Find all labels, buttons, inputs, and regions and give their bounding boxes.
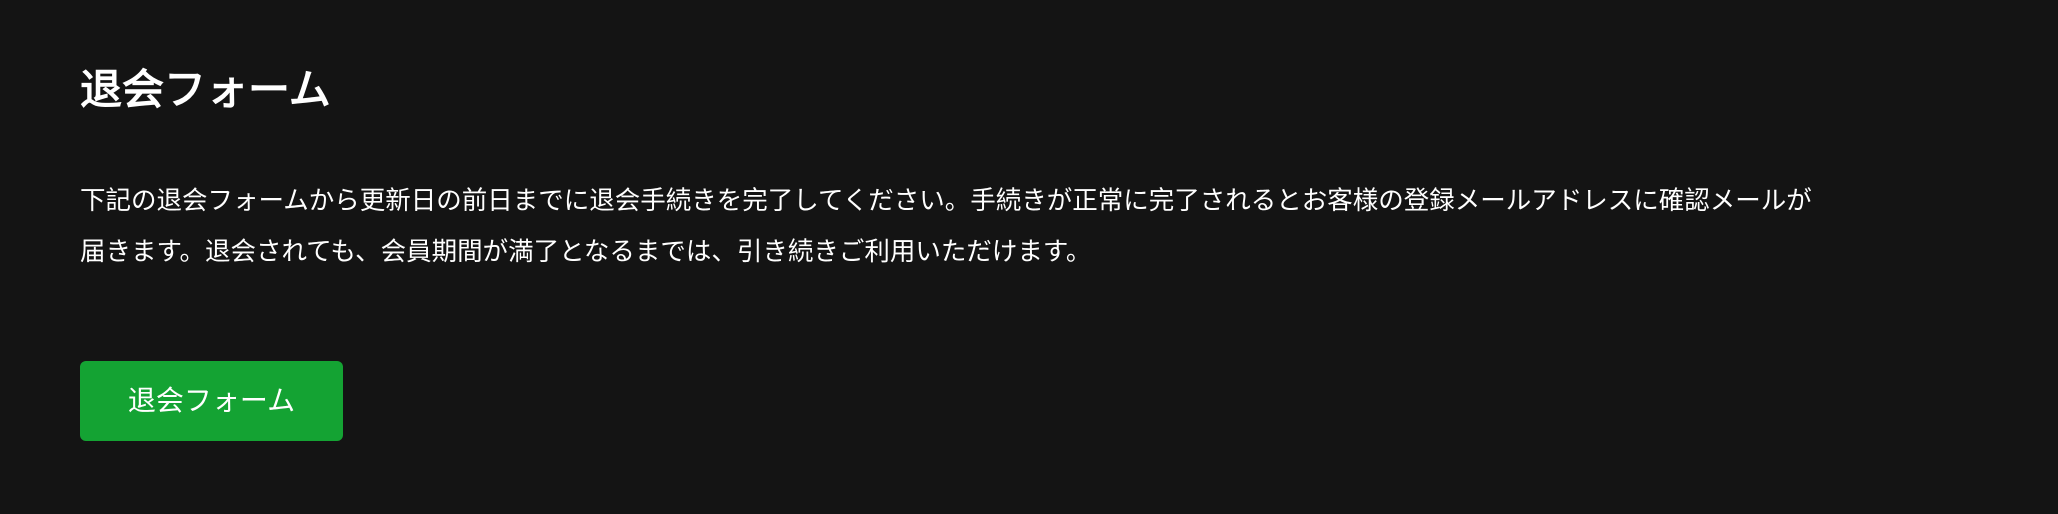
page-title: 退会フォーム: [80, 65, 331, 114]
description-line-2: 届きます。退会されても、会員期間が満了となるまでは、引き続きご利用いただけます。: [80, 237, 1092, 267]
description-line-1: 下記の退会フォームから更新日の前日までに退会手続きを完了してください。手続きが正…: [80, 186, 1812, 216]
cancellation-form-button[interactable]: 退会フォーム: [80, 361, 343, 441]
cancellation-description: 下記の退会フォームから更新日の前日までに退会手続きを完了してください。手続きが正…: [80, 176, 1980, 278]
